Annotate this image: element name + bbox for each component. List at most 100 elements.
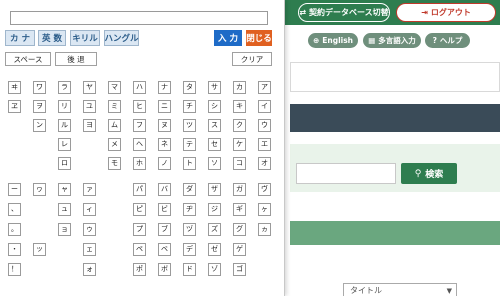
key[interactable]: ォ	[83, 263, 96, 276]
input-button[interactable]: 入 力	[214, 30, 242, 46]
key[interactable]: ゼ	[208, 243, 221, 256]
key[interactable]: イ	[258, 100, 271, 113]
key[interactable]: テ	[183, 138, 196, 151]
key[interactable]: ァ	[83, 183, 96, 196]
key[interactable]: ェ	[83, 243, 96, 256]
backspace-button[interactable]: 後 退	[55, 52, 97, 66]
key[interactable]: ワ	[33, 81, 46, 94]
key[interactable]: ザ	[208, 183, 221, 196]
key[interactable]: ノ	[158, 157, 171, 170]
key[interactable]: ベ	[158, 243, 171, 256]
key[interactable]: リ	[58, 100, 71, 113]
key[interactable]: ジ	[208, 203, 221, 216]
key[interactable]: ヨ	[83, 119, 96, 132]
mode-tab-cyrillic[interactable]: キリル	[70, 30, 100, 46]
clear-button[interactable]: クリア	[232, 52, 272, 66]
key[interactable]: 、	[8, 203, 21, 216]
multilanguage-input-button[interactable]: ▦ 多言語入力	[363, 33, 421, 48]
key[interactable]: ゥ	[83, 223, 96, 236]
key[interactable]: ミ	[108, 100, 121, 113]
key[interactable]: ニ	[158, 100, 171, 113]
mode-tab-kana[interactable]: カ ナ	[5, 30, 35, 46]
key[interactable]: グ	[233, 223, 246, 236]
key[interactable]: ヌ	[158, 119, 171, 132]
help-button[interactable]: ? ヘルプ	[425, 33, 470, 48]
keyboard-text-field[interactable]	[10, 11, 268, 25]
key[interactable]: ー	[8, 183, 21, 196]
search-button[interactable]: ⚲ 検索	[401, 163, 457, 184]
close-button[interactable]: 閉じる	[246, 30, 272, 46]
key[interactable]: ツ	[183, 119, 196, 132]
key[interactable]: ！	[8, 263, 21, 276]
key[interactable]: シ	[208, 100, 221, 113]
key[interactable]: セ	[208, 138, 221, 151]
key[interactable]: ペ	[133, 243, 146, 256]
key[interactable]: ネ	[158, 138, 171, 151]
key[interactable]: ハ	[133, 81, 146, 94]
key[interactable]: ウ	[258, 119, 271, 132]
key[interactable]: レ	[58, 138, 71, 151]
key[interactable]: ・	[8, 243, 21, 256]
key[interactable]: ョ	[58, 223, 71, 236]
key[interactable]: ア	[258, 81, 271, 94]
key[interactable]: ギ	[233, 203, 246, 216]
key[interactable]: ヂ	[183, 203, 196, 216]
mode-tab-eisu[interactable]: 英 数	[38, 30, 66, 46]
key[interactable]: ユ	[83, 100, 96, 113]
key[interactable]: ト	[183, 157, 196, 170]
key[interactable]: ブ	[158, 223, 171, 236]
key[interactable]: ゲ	[233, 243, 246, 256]
key[interactable]: ヱ	[8, 100, 21, 113]
title-select[interactable]: タイトル ▼	[343, 283, 457, 296]
key[interactable]: ス	[208, 119, 221, 132]
key[interactable]: ヵ	[258, 223, 271, 236]
key[interactable]: メ	[108, 138, 121, 151]
key[interactable]: バ	[158, 183, 171, 196]
key[interactable]: ヤ	[83, 81, 96, 94]
key[interactable]: ソ	[208, 157, 221, 170]
key[interactable]: ヲ	[33, 100, 46, 113]
key[interactable]: ヴ	[258, 183, 271, 196]
key[interactable]: ク	[233, 119, 246, 132]
key[interactable]: ィ	[83, 203, 96, 216]
key[interactable]: オ	[258, 157, 271, 170]
key[interactable]: デ	[183, 243, 196, 256]
key[interactable]: チ	[183, 100, 196, 113]
key[interactable]: ポ	[133, 263, 146, 276]
key[interactable]: ン	[33, 119, 46, 132]
key[interactable]: ビ	[158, 203, 171, 216]
key[interactable]: ゴ	[233, 263, 246, 276]
key[interactable]: キ	[233, 100, 246, 113]
key[interactable]: ラ	[58, 81, 71, 94]
key[interactable]: ナ	[158, 81, 171, 94]
mode-tab-hangul[interactable]: ハングル	[104, 30, 139, 46]
contract-db-switch-button[interactable]: ⇄ 契約データベース切替	[298, 3, 390, 22]
key[interactable]: フ	[133, 119, 146, 132]
key[interactable]: ッ	[33, 243, 46, 256]
key[interactable]: ヘ	[133, 138, 146, 151]
key[interactable]: ロ	[58, 157, 71, 170]
key[interactable]: 。	[8, 223, 21, 236]
key[interactable]: ム	[108, 119, 121, 132]
key[interactable]: ヶ	[258, 203, 271, 216]
key[interactable]: ャ	[58, 183, 71, 196]
key[interactable]: ヮ	[33, 183, 46, 196]
key[interactable]: タ	[183, 81, 196, 94]
key[interactable]: パ	[133, 183, 146, 196]
key[interactable]: エ	[258, 138, 271, 151]
key[interactable]: ピ	[133, 203, 146, 216]
key[interactable]: ダ	[183, 183, 196, 196]
english-button[interactable]: ⊕ English	[308, 33, 358, 48]
space-button[interactable]: スペース	[5, 52, 51, 66]
key[interactable]: ド	[183, 263, 196, 276]
key[interactable]: サ	[208, 81, 221, 94]
key[interactable]: モ	[108, 157, 121, 170]
search-input[interactable]	[296, 163, 396, 184]
key[interactable]: ュ	[58, 203, 71, 216]
key[interactable]: カ	[233, 81, 246, 94]
key[interactable]: ガ	[233, 183, 246, 196]
key[interactable]: マ	[108, 81, 121, 94]
key[interactable]: プ	[133, 223, 146, 236]
key[interactable]: ヅ	[183, 223, 196, 236]
logout-button[interactable]: ⇥ ログアウト	[396, 3, 496, 22]
